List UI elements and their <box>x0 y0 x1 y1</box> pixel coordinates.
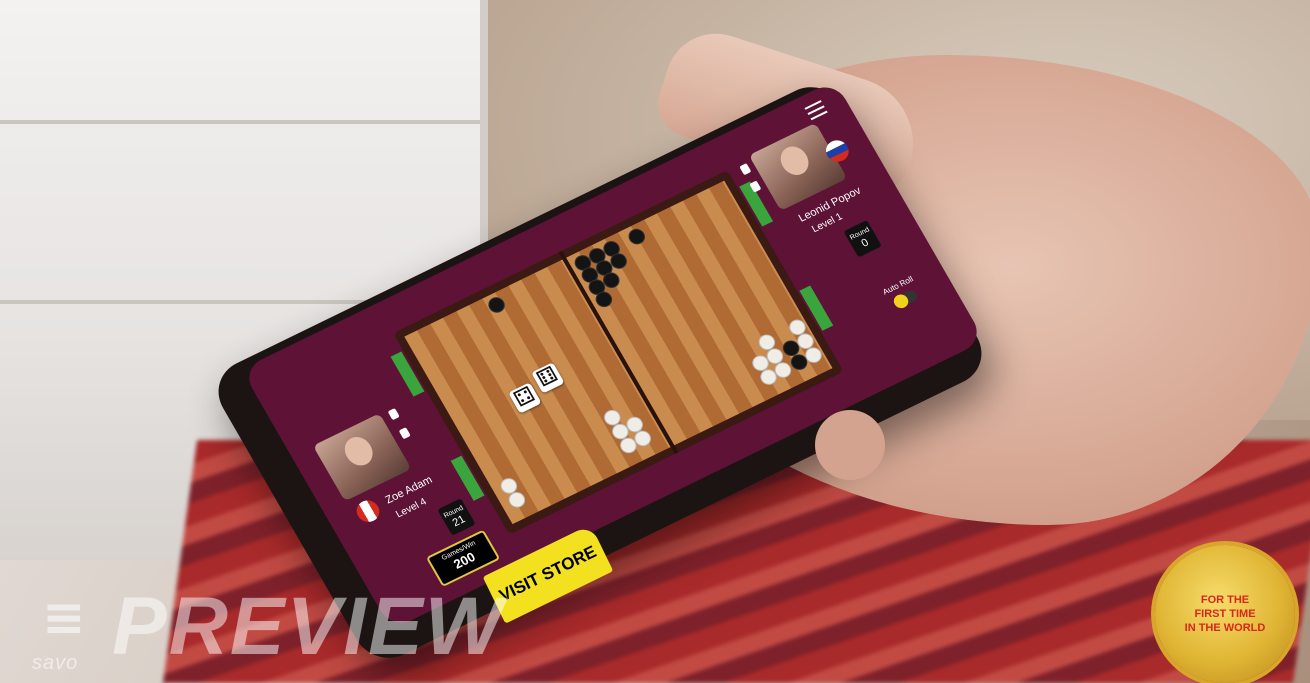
timer-value: 0 <box>859 236 871 250</box>
drawer-line <box>0 120 480 124</box>
chat-icon[interactable] <box>739 163 752 176</box>
player-right-timer: Round 0 <box>843 220 882 258</box>
seal-line: FIRST TIME <box>1194 608 1256 620</box>
savo-logo-icon: ≡ <box>42 588 86 648</box>
player-left-timer: Round 21 <box>437 498 476 536</box>
emoji-icon[interactable] <box>398 427 411 440</box>
seal-line: IN THE WORLD <box>1184 622 1266 634</box>
gold-seal-badge: FOR THE FIRST TIME IN THE WORLD <box>1155 545 1295 683</box>
menu-icon[interactable] <box>804 100 828 121</box>
watermark-brand: savo <box>32 652 79 674</box>
finger <box>815 410 885 480</box>
auto-roll-toggle[interactable] <box>891 288 920 310</box>
canada-flag-icon <box>352 496 384 526</box>
watermark-preview: PREVIEW <box>112 581 505 672</box>
chat-icon[interactable] <box>387 408 400 421</box>
seal-line: FOR THE <box>1200 594 1250 606</box>
